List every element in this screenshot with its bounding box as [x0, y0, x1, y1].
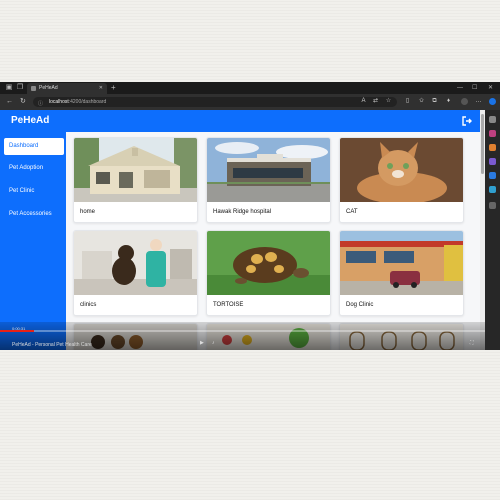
add-icon[interactable]: [489, 202, 496, 209]
card-cat[interactable]: CAT: [339, 137, 464, 223]
screen-recording: ▣ ❐ PeHeAd ✕ + — ☐ ✕ ← ↻ ⓘ localhost:420…: [0, 82, 500, 350]
more-menu-icon[interactable]: …: [475, 98, 482, 105]
card-title: clinics: [80, 302, 97, 308]
card-dog-clinic[interactable]: Dog Clinic: [339, 230, 464, 316]
tools-icon[interactable]: [489, 144, 496, 151]
video-caption: PeHeAd - Personal Pet Health Care: [12, 342, 92, 348]
read-aloud-icon[interactable]: A: [360, 98, 367, 105]
card-hospital[interactable]: Hawak Ridge hospital: [206, 137, 331, 223]
url-path: :4200/dashboard: [68, 99, 107, 105]
games-icon[interactable]: [489, 158, 496, 165]
card-title: Hawak Ridge hospital: [213, 209, 272, 215]
card-tortoise[interactable]: TORTOISE: [206, 230, 331, 316]
site-info-icon[interactable]: ⓘ: [38, 99, 43, 109]
card-title: TORTOISE: [213, 302, 244, 308]
favorites-icon[interactable]: ✩: [418, 98, 425, 105]
profile-icon[interactable]: [461, 98, 468, 105]
collections-icon[interactable]: ⧉: [431, 98, 438, 105]
tab-title: PeHeAd: [39, 85, 58, 91]
url-field[interactable]: ⓘ localhost:4200/dashboard: [33, 97, 397, 107]
kitten-image: [340, 138, 463, 202]
clinic-storefront-image: [340, 231, 463, 295]
browser-tab-bar: ▣ ❐ PeHeAd ✕ + — ☐ ✕: [0, 82, 500, 94]
sidebar: Dashboard Pet Adoption Pet Clinic Pet Ac…: [0, 132, 66, 350]
outlook-icon[interactable]: [489, 186, 496, 193]
minimize-button[interactable]: —: [457, 83, 463, 93]
url-host: localhost: [49, 99, 69, 105]
shopping-icon[interactable]: [489, 130, 496, 137]
app-header: PeHeAd: [0, 110, 480, 132]
sidebar-item-pet-clinic[interactable]: Pet Clinic: [4, 183, 64, 200]
close-window-button[interactable]: ✕: [488, 83, 493, 93]
webapp: PeHeAd Dashboard Pet Adoption Pet Clinic…: [0, 110, 485, 350]
search-icon[interactable]: [489, 116, 496, 123]
card-clinics[interactable]: clinics: [73, 230, 198, 316]
scrollbar-thumb[interactable]: [481, 114, 484, 174]
tab-actions-icon[interactable]: ❐: [16, 84, 24, 92]
split-screen-icon[interactable]: ▯: [404, 98, 411, 105]
new-tab-button[interactable]: +: [111, 83, 116, 93]
office-icon[interactable]: [489, 172, 496, 179]
back-icon[interactable]: ←: [6, 98, 13, 106]
favicon-icon: [31, 86, 36, 91]
fullscreen-icon[interactable]: ⛶: [470, 340, 476, 346]
copilot-icon[interactable]: [489, 98, 496, 105]
card-title: Dog Clinic: [346, 302, 374, 308]
vet-with-dog-image: [74, 231, 197, 295]
brand-title[interactable]: PeHeAd: [11, 114, 49, 128]
card-title: CAT: [346, 209, 358, 215]
workspaces-icon[interactable]: ▣: [5, 84, 13, 92]
sidebar-item-pet-accessories[interactable]: Pet Accessories: [4, 206, 64, 223]
refresh-icon[interactable]: ↻: [20, 98, 26, 106]
translate-icon[interactable]: ⇄: [372, 98, 379, 105]
favorite-star-icon[interactable]: ☆: [385, 98, 392, 105]
dashboard-grid: home Hawak Ridge hospital CAT clinics TO…: [66, 132, 480, 350]
hospital-building-image: [207, 138, 330, 202]
card-home[interactable]: home: [73, 137, 198, 223]
browser-address-bar: ← ↻ ⓘ localhost:4200/dashboard A ⇄ ☆ ▯ ✩…: [0, 94, 500, 110]
video-progress-fill: [0, 330, 34, 332]
browser-tab[interactable]: PeHeAd ✕: [27, 83, 107, 94]
video-progress-bar[interactable]: [0, 330, 485, 332]
card-title: home: [80, 209, 96, 215]
volume-icon[interactable]: ♪: [212, 340, 218, 346]
extension-icon[interactable]: ♦: [445, 98, 452, 105]
sidebar-item-dashboard[interactable]: Dashboard: [4, 138, 64, 155]
maximize-button[interactable]: ☐: [472, 83, 477, 93]
play-icon[interactable]: ▶: [200, 340, 206, 346]
tortoise-image: [207, 231, 330, 295]
browser-sidebar: [485, 110, 500, 350]
close-tab-icon[interactable]: ✕: [99, 83, 103, 94]
pet-house-image: [74, 138, 197, 202]
sidebar-item-pet-adoption[interactable]: Pet Adoption: [4, 160, 64, 177]
logout-icon[interactable]: [461, 115, 473, 127]
